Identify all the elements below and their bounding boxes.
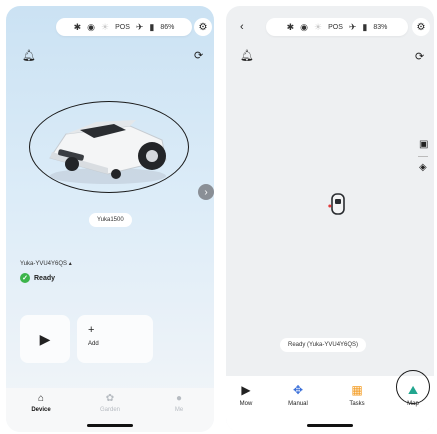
satellite-icon: ✈ bbox=[135, 21, 144, 32]
divider bbox=[418, 156, 428, 157]
sun-icon: ☀ bbox=[314, 21, 323, 32]
device-screen: ✱ ◉ ☀ POS ✈ ▮ 86% ⚙ 🔔︎ ⟳ Yuka1500 › Yuka… bbox=[6, 6, 214, 432]
play-icon: ▶ bbox=[241, 383, 251, 397]
status-text: Ready bbox=[34, 274, 56, 282]
battery-percent: 83% bbox=[373, 23, 388, 31]
status-indicator: ✓ Ready bbox=[20, 273, 55, 283]
manual-button[interactable]: ✥ Manual bbox=[278, 384, 318, 407]
bottom-tab-bar: ⌂ Device ✿ Garden ● Me bbox=[6, 388, 214, 432]
play-icon: ▶ bbox=[39, 330, 51, 347]
pos-label: POS bbox=[328, 23, 343, 31]
mower-location-icon bbox=[328, 193, 345, 215]
gamepad-icon: ✥ bbox=[292, 383, 304, 397]
garden-icon: ✿ bbox=[105, 393, 115, 404]
add-label: Add bbox=[88, 341, 99, 347]
home-indicator bbox=[307, 424, 353, 427]
refresh-icon[interactable]: ⟳ bbox=[194, 51, 203, 62]
battery-icon: ▮ bbox=[149, 21, 155, 32]
home-indicator bbox=[87, 424, 133, 427]
pos-label: POS bbox=[115, 23, 130, 31]
sun-icon: ☀ bbox=[101, 21, 110, 32]
model-label: Yuka1500 bbox=[89, 213, 132, 227]
bluetooth-icon: ✱ bbox=[73, 21, 82, 32]
tab-device[interactable]: ⌂ Device bbox=[16, 393, 66, 414]
chevron-right-icon: › bbox=[204, 186, 208, 198]
ready-status-chip: Ready (Yuka-YVU4Y6QS) bbox=[280, 338, 367, 352]
tab-garden[interactable]: ✿ Garden bbox=[85, 393, 135, 414]
start-mowing-card[interactable]: ▶ bbox=[20, 315, 70, 363]
satellite-icon: ✈ bbox=[348, 21, 357, 32]
tasks-icon: ▦ bbox=[351, 383, 363, 397]
map-screen: ‹ ✱ ◉ ☀ POS ✈ ▮ 83% ⚙ 🔔︎ ⟳ ▣ ◈ Ready (Yu… bbox=[226, 6, 434, 432]
check-icon: ✓ bbox=[20, 273, 30, 283]
tab-me[interactable]: ● Me bbox=[154, 393, 204, 414]
settings-button[interactable]: ⚙ bbox=[412, 18, 430, 36]
battery-icon: ▮ bbox=[362, 21, 368, 32]
tasks-button[interactable]: ▦ Tasks bbox=[337, 384, 377, 407]
bookmark-icon[interactable]: ▣ bbox=[419, 140, 428, 150]
add-card[interactable]: + Add bbox=[77, 315, 153, 363]
plus-icon: + bbox=[88, 324, 95, 336]
next-device-button[interactable]: › bbox=[198, 184, 214, 200]
status-bar: ✱ ◉ ☀ POS ✈ ▮ 83% bbox=[266, 18, 408, 36]
home-icon: ⌂ bbox=[37, 393, 45, 404]
back-icon[interactable]: ‹ bbox=[240, 22, 244, 33]
refresh-icon[interactable]: ⟳ bbox=[415, 52, 424, 63]
caret-icon: ▴ bbox=[68, 261, 72, 267]
device-name[interactable]: Yuka-YVU4Y6QS ▴ bbox=[20, 260, 72, 267]
wifi-icon: ◉ bbox=[87, 21, 95, 32]
locate-icon[interactable]: ◈ bbox=[419, 163, 427, 173]
gear-icon: ⚙ bbox=[198, 21, 208, 33]
mow-button[interactable]: ▶ Mow bbox=[226, 384, 266, 407]
settings-button[interactable]: ⚙ bbox=[194, 18, 212, 36]
mower-image[interactable] bbox=[38, 108, 178, 188]
wifi-icon: ◉ bbox=[300, 21, 308, 32]
notification-bell-icon[interactable]: 🔔︎ bbox=[240, 51, 254, 62]
status-bar: ✱ ◉ ☀ POS ✈ ▮ 86% bbox=[56, 18, 192, 36]
gear-icon: ⚙ bbox=[416, 21, 426, 33]
user-icon: ● bbox=[175, 393, 183, 404]
map-highlight-ring bbox=[396, 370, 430, 404]
bluetooth-icon: ✱ bbox=[286, 21, 295, 32]
battery-percent: 86% bbox=[160, 23, 175, 31]
notification-bell-icon[interactable]: 🔔︎ bbox=[22, 51, 36, 62]
